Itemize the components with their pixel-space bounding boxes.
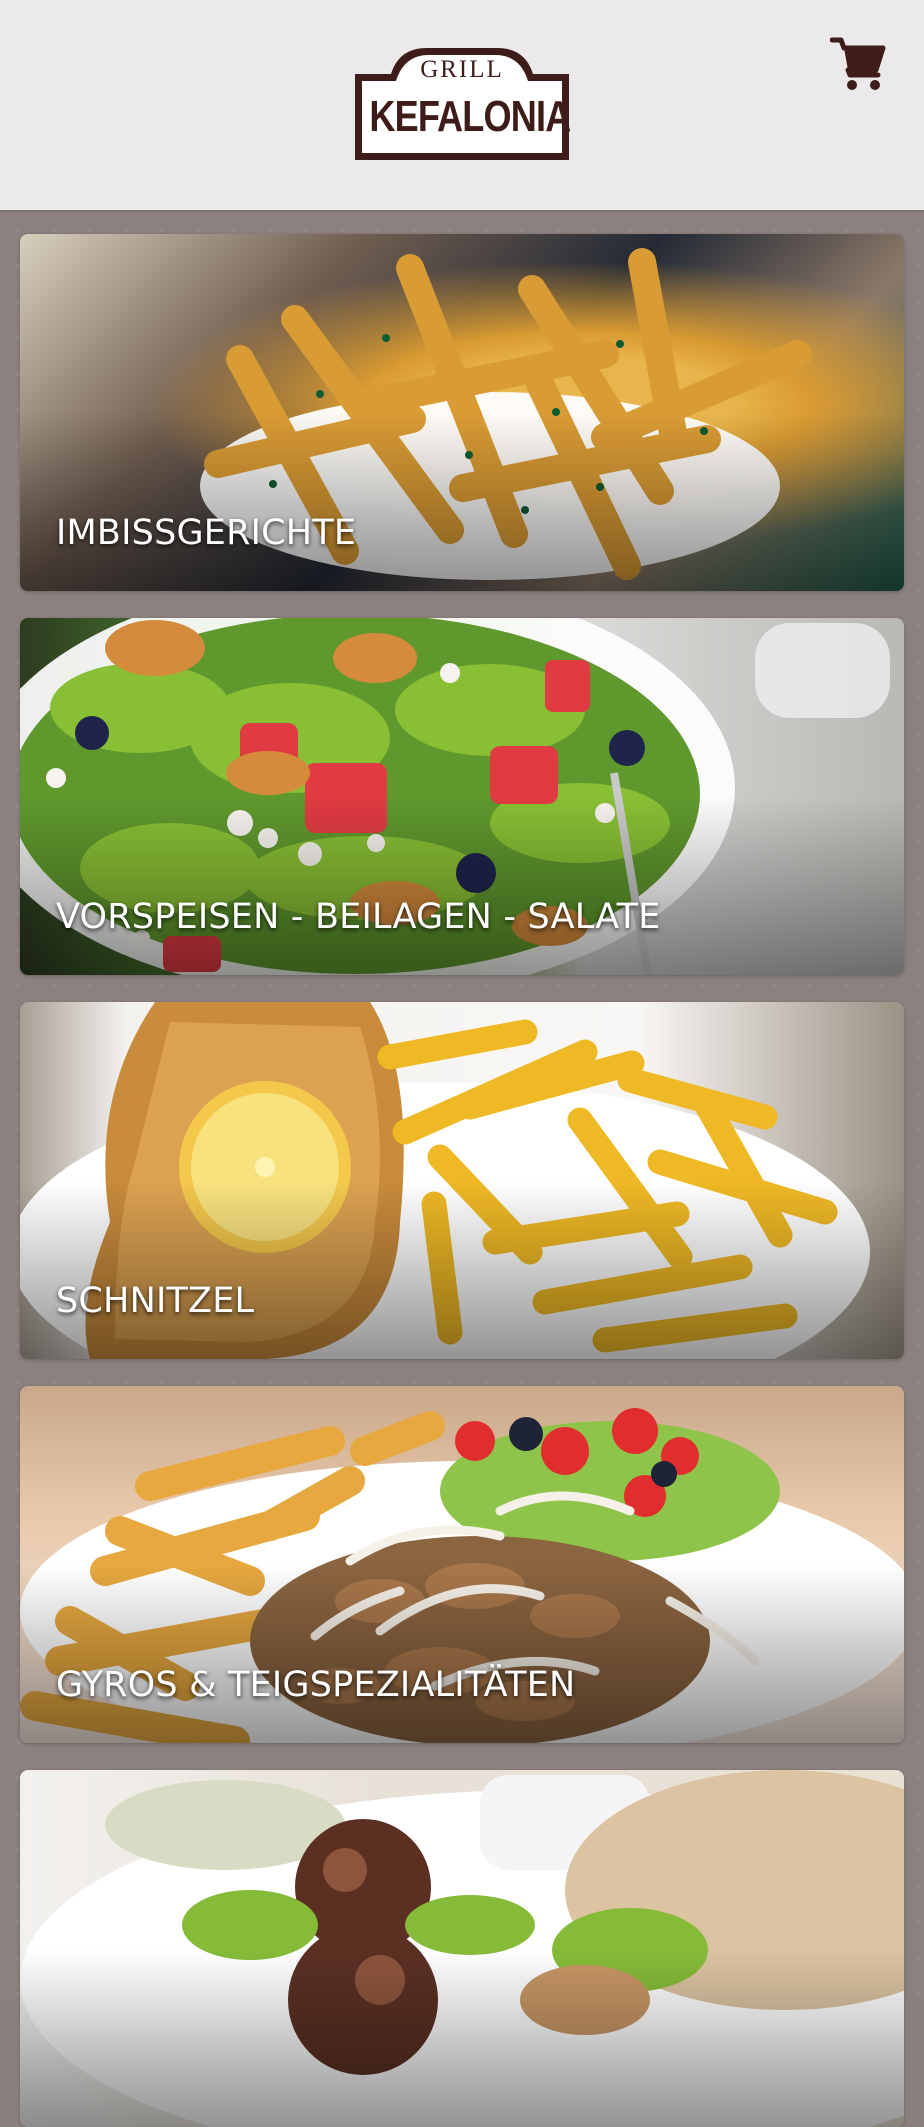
cart-icon (829, 37, 886, 90)
logo-top-text: GRILL (420, 56, 504, 83)
category-card-falafel[interactable] (20, 1770, 904, 2127)
cart-button[interactable] (829, 36, 886, 92)
category-card-gyros[interactable]: GYROS & TEIGSPEZIALITÄTEN (20, 1386, 904, 1743)
category-title: IMBISSGERICHTE (56, 513, 357, 553)
category-title: GYROS & TEIGSPEZIALITÄTEN (56, 1665, 576, 1705)
logo-main-text: KEFALONIA (369, 92, 571, 141)
category-list: IMBISSGERICHTE VORSPEISEN - BEILAGEN - S… (0, 212, 924, 2127)
kefalonia-logo[interactable]: GRILL KEFALONIA (349, 44, 575, 164)
category-card-vorspeisen[interactable]: VORSPEISEN - BEILAGEN - SALATE (20, 618, 904, 975)
category-title: VORSPEISEN - BEILAGEN - SALATE (56, 897, 661, 937)
category-card-imbissgerichte[interactable]: IMBISSGERICHTE (20, 234, 904, 591)
category-card-schnitzel[interactable]: SCHNITZEL (20, 1002, 904, 1359)
app-header: GRILL KEFALONIA (0, 0, 924, 212)
category-title: SCHNITZEL (56, 1281, 255, 1321)
card-shade (20, 1770, 904, 2127)
